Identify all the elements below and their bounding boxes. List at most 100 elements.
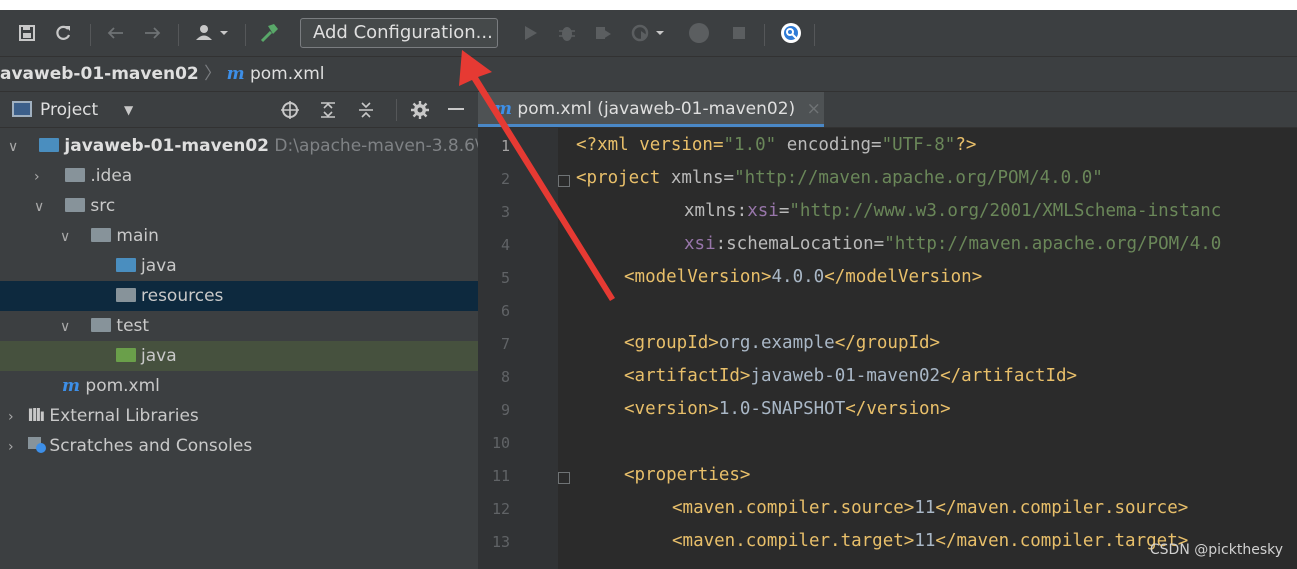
breadcrumb-project[interactable]: avaweb-01-maven02: [0, 64, 199, 84]
line-number: 8: [500, 368, 510, 386]
project-panel-header: Project ▼: [0, 92, 478, 128]
tree-item-label: pom.xml: [85, 376, 160, 396]
tab-label: pom.xml (javaweb-01-maven02): [517, 99, 796, 119]
toolbar-separator: [396, 99, 397, 121]
back-icon[interactable]: [102, 10, 128, 56]
code-line-9: <version>1.0-SNAPSHOT</version>: [624, 399, 951, 419]
profile-icon[interactable]: [626, 10, 674, 56]
toolbar-separator: [178, 24, 179, 46]
fold-marker-icon[interactable]: [558, 175, 570, 187]
source-folder-icon: [116, 258, 136, 272]
chevron-down-icon[interactable]: ∨: [60, 222, 74, 252]
folder-icon: [65, 198, 86, 212]
code-line-2: <project xmlns="http://maven.apache.org/…: [576, 168, 1103, 188]
project-view-selector[interactable]: Project: [40, 92, 98, 128]
tree-item-label: resources: [141, 286, 224, 306]
user-icon[interactable]: [190, 10, 238, 56]
tree-item-src[interactable]: ∨ src: [0, 191, 478, 221]
main-toolbar: Add Configuration...: [0, 10, 1297, 56]
record-icon[interactable]: [684, 10, 714, 56]
tree-item-test[interactable]: ∨ test: [0, 311, 478, 341]
collapse-all-icon[interactable]: [356, 100, 376, 124]
tree-item-test-java[interactable]: java: [0, 341, 478, 371]
stop-icon[interactable]: [726, 10, 752, 56]
folder-icon: [91, 228, 112, 242]
libraries-icon: Illı: [27, 406, 45, 426]
save-icon[interactable]: [14, 10, 40, 56]
tree-item-main-java[interactable]: java: [0, 251, 478, 281]
tree-item-external-libraries[interactable]: › Illı External Libraries: [0, 401, 478, 431]
code-line-13: <maven.compiler.target>11</maven.compile…: [672, 531, 1189, 551]
watermark: CSDN @pickthesky: [1149, 542, 1283, 558]
locate-icon[interactable]: [280, 100, 300, 124]
project-tree: ∨ javaweb-01-maven02 D:\apache-maven-3.8…: [0, 128, 478, 569]
scratches-icon: [27, 434, 49, 464]
chevron-right-icon[interactable]: ›: [8, 432, 22, 462]
tree-item-path-hint: D:\apache-maven-3.8.6\j: [274, 136, 478, 156]
chevron-down-icon[interactable]: ∨: [34, 192, 48, 222]
fold-marker-icon[interactable]: [558, 472, 570, 484]
tree-item-idea[interactable]: › .idea: [0, 161, 478, 191]
line-number: 13: [491, 533, 510, 551]
tab-pom-xml[interactable]: m pom.xml (javaweb-01-maven02) ×: [478, 92, 824, 127]
sync-icon[interactable]: [50, 10, 76, 56]
coverage-icon[interactable]: [590, 10, 616, 56]
chevron-right-icon[interactable]: ›: [34, 162, 48, 192]
tree-item-resources[interactable]: resources: [0, 281, 478, 311]
run-icon[interactable]: [518, 10, 544, 56]
folder-icon: [65, 168, 86, 182]
test-folder-icon: [116, 348, 136, 362]
line-number: 5: [500, 269, 510, 287]
breadcrumb-file[interactable]: pom.xml: [250, 64, 325, 84]
toolbar-separator: [814, 24, 815, 46]
tree-item-label: main: [116, 226, 159, 246]
maven-m-icon: m: [226, 64, 245, 84]
toolbar-separator: [764, 24, 765, 46]
code-editor[interactable]: 1 2 3 4 5 6 7 8 9 10 11 12 13 <?xml vers…: [478, 128, 1297, 569]
build-hammer-icon[interactable]: [254, 10, 284, 56]
line-number: 1: [500, 137, 510, 155]
close-icon[interactable]: ×: [807, 99, 821, 119]
line-number: 9: [500, 401, 510, 419]
expand-all-icon[interactable]: [318, 100, 338, 124]
toolbar-separator: [90, 24, 91, 46]
line-number: 4: [500, 236, 510, 254]
editor-tab-bar: m pom.xml (javaweb-01-maven02) ×: [478, 92, 1297, 128]
code-line-11: <properties>: [624, 465, 751, 485]
hide-panel-icon[interactable]: [448, 108, 464, 110]
chevron-down-icon[interactable]: ∨: [8, 132, 22, 162]
debug-icon[interactable]: [554, 10, 580, 56]
folder-icon: [91, 318, 112, 332]
tree-item-main[interactable]: ∨ main: [0, 221, 478, 251]
breadcrumb: avaweb-01-maven02 〉 m pom.xml: [0, 56, 1297, 92]
code-line-8: <artifactId>javaweb-01-maven02</artifact…: [624, 366, 1078, 386]
code-line-12: <maven.compiler.source>11</maven.compile…: [672, 498, 1189, 518]
tree-item-scratches[interactable]: › Scratches and Consoles: [0, 431, 478, 461]
line-number: 6: [500, 302, 510, 320]
resources-folder-icon: [116, 288, 136, 302]
chevron-down-icon[interactable]: ▼: [124, 92, 133, 128]
tree-item-project-root[interactable]: ∨ javaweb-01-maven02 D:\apache-maven-3.8…: [0, 131, 478, 161]
add-configuration-button[interactable]: Add Configuration...: [300, 18, 498, 48]
tree-item-label: src: [90, 196, 116, 216]
code-line-7: <groupId>org.example</groupId>: [624, 333, 941, 353]
project-window-icon: [12, 101, 32, 117]
module-folder-icon: [39, 138, 60, 152]
line-number: 3: [500, 203, 510, 221]
tree-item-label: java: [141, 256, 177, 276]
line-number: 10: [491, 434, 510, 452]
tree-item-pom[interactable]: m pom.xml: [0, 371, 478, 401]
tree-item-label: Scratches and Consoles: [49, 436, 253, 456]
toolbar-separator: [245, 24, 246, 46]
tree-item-label: java: [141, 346, 177, 366]
forward-icon[interactable]: [140, 10, 166, 56]
code-line-1: <?xml version="1.0" encoding="UTF-8"?>: [576, 135, 977, 155]
tree-item-label: External Libraries: [49, 406, 199, 426]
chevron-down-icon[interactable]: ∨: [60, 312, 74, 342]
gear-icon[interactable]: [410, 100, 430, 124]
maven-m-icon: m: [62, 376, 80, 396]
chevron-right-icon[interactable]: ›: [8, 402, 22, 432]
tree-item-label: test: [116, 316, 150, 336]
search-everywhere-icon[interactable]: [776, 10, 806, 56]
code-line-4: xsi:schemaLocation="http://maven.apache.…: [684, 234, 1222, 254]
